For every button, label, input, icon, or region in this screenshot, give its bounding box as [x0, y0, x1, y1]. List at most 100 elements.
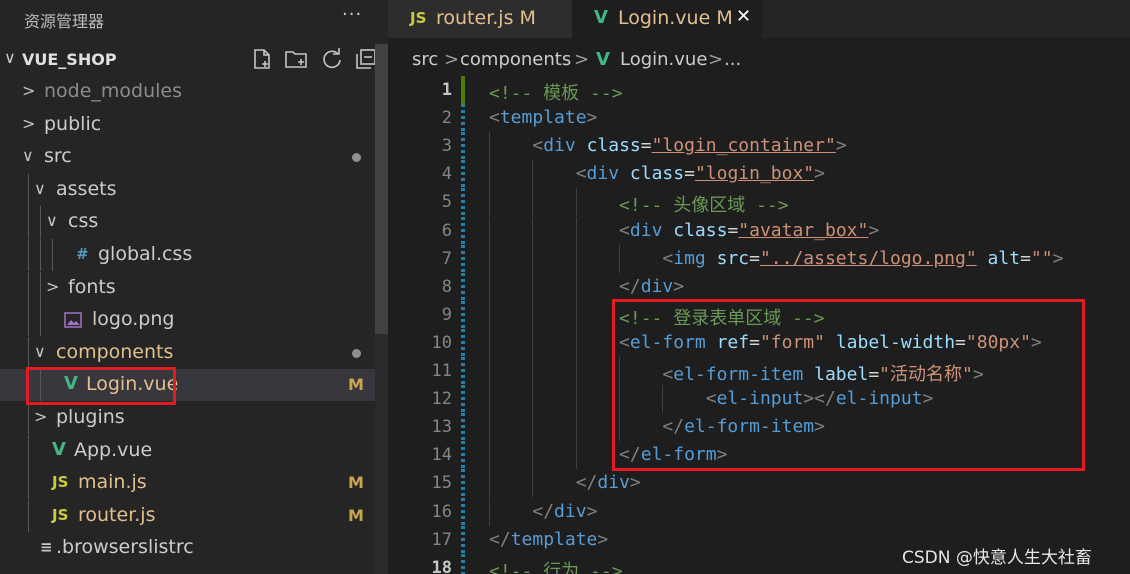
code-line[interactable]: 16 </div>	[388, 497, 1130, 526]
chevron-down-icon: ∨	[22, 146, 34, 166]
tree-item[interactable]: # global.css	[0, 239, 375, 271]
breadcrumb-login-vue[interactable]: Login.vue	[620, 49, 707, 70]
tab-login-vue[interactable]: V Login.vue M ✕	[572, 0, 762, 38]
line-number: 17	[431, 529, 452, 550]
git-change-marker	[461, 272, 465, 301]
line-number: 8	[441, 276, 452, 297]
code-line[interactable]: 7 <img src="../assets/logo.png" alt="">	[388, 244, 1130, 273]
breadcrumb-src[interactable]: src	[412, 49, 438, 70]
form-code-highlight-box	[612, 299, 1085, 471]
indent-guide	[28, 206, 29, 239]
indent-guide	[28, 499, 29, 532]
git-change-marker	[461, 104, 465, 133]
tree-item[interactable]: JS main.js M	[0, 467, 375, 500]
code-line[interactable]: 5 <!-- 头像区域 -->	[388, 188, 1130, 217]
tree-item-label: plugins	[56, 406, 125, 428]
project-name: VUE_SHOP	[22, 50, 117, 69]
chevron-down-icon: ∨	[4, 48, 16, 67]
sidebar-scrollbar-thumb[interactable]	[375, 44, 388, 334]
git-change-marker	[461, 300, 465, 329]
breadcrumb-components[interactable]: components	[460, 49, 571, 70]
code-text: <div class="avatar_box">	[619, 219, 880, 241]
indent-guide	[28, 173, 29, 206]
tree-item[interactable]: ∨ src	[0, 141, 375, 173]
tree-item[interactable]: ≡ .browserslistrc	[0, 532, 375, 564]
tab-label: Login.vue M	[618, 7, 733, 29]
indent-guide	[28, 402, 29, 434]
git-change-marker	[461, 497, 465, 526]
tree-item-label: fonts	[68, 275, 116, 298]
chevron-right-icon: >	[574, 49, 590, 70]
modified-badge: M	[348, 505, 364, 525]
tree-item[interactable]: > fonts	[0, 271, 375, 304]
project-section-header[interactable]: ∨ VUE_SHOP	[0, 44, 388, 74]
tree-item-label: components	[56, 340, 174, 363]
chevron-down-icon: ∨	[46, 211, 58, 231]
code-line[interactable]: 6 <div class="avatar_box">	[388, 216, 1130, 245]
refresh-icon[interactable]	[320, 47, 344, 71]
indent-guide	[28, 271, 29, 304]
code-line[interactable]: 3 <div class="login_container">	[388, 132, 1130, 161]
tree-item[interactable]: ∨ components	[0, 336, 375, 369]
git-change-marker	[461, 357, 465, 385]
tree-item[interactable]: ∨ assets	[0, 173, 375, 206]
line-number: 9	[441, 304, 452, 325]
indent-guide	[40, 304, 41, 337]
login-vue-highlight-box	[26, 367, 176, 405]
git-change-marker	[461, 413, 465, 442]
git-change-marker	[461, 553, 465, 574]
line-number: 18	[431, 557, 452, 574]
tree-item[interactable]: ∨ css	[0, 206, 375, 239]
code-text: <!-- 行为 -->	[489, 560, 623, 574]
code-line[interactable]: 15 </div>	[388, 469, 1130, 498]
indent-guide	[40, 239, 41, 271]
close-icon[interactable]: ✕	[736, 6, 751, 27]
tree-item-label: assets	[56, 177, 117, 200]
tree-item-label: logo.png	[92, 308, 175, 331]
new-file-icon[interactable]	[250, 47, 274, 71]
code-text: <img src="../assets/logo.png" alt="">	[662, 247, 1064, 269]
tree-item-label: global.css	[98, 243, 193, 265]
git-change-marker	[461, 328, 465, 357]
code-text: </div>	[532, 500, 598, 522]
tree-item-label: main.js	[78, 471, 147, 494]
git-change-marker	[461, 188, 465, 217]
tree-item-label: App.vue	[74, 438, 153, 461]
tree-item[interactable]: > public	[0, 109, 375, 141]
git-change-marker	[461, 160, 465, 189]
more-actions-icon[interactable]: ···	[342, 4, 362, 25]
git-change-marker	[461, 525, 465, 554]
code-line[interactable]: 1 <!-- 模板 -->	[388, 76, 1130, 104]
js-file-icon: JS	[52, 473, 69, 492]
breadcrumb-symbols[interactable]: ...	[724, 49, 741, 70]
tree-item[interactable]: V App.vue	[0, 434, 375, 467]
git-change-marker	[461, 132, 465, 161]
indent-guide	[40, 271, 41, 304]
line-number: 5	[441, 192, 452, 213]
tree-item[interactable]: > plugins	[0, 402, 375, 434]
line-number: 3	[441, 136, 452, 157]
tab-router-js[interactable]: JS router.js M	[388, 0, 572, 38]
image-file-icon	[64, 312, 82, 332]
modified-dot	[352, 348, 361, 358]
tree-item[interactable]: JS router.js M	[0, 499, 375, 532]
code-text: <template>	[489, 107, 598, 129]
git-change-marker	[461, 385, 465, 414]
watermark: CSDN @快意人生大社畜	[902, 548, 1092, 568]
code-line[interactable]: 8 </div>	[388, 272, 1130, 301]
indent-guide	[28, 467, 29, 500]
indent-guide	[40, 206, 41, 239]
tab-label: router.js M	[436, 7, 536, 29]
line-number: 2	[441, 108, 452, 129]
indent-guide	[28, 336, 29, 369]
code-line[interactable]: 2 <template>	[388, 104, 1130, 133]
code-text: </template>	[489, 528, 609, 550]
line-number: 14	[431, 445, 452, 466]
new-folder-icon[interactable]	[284, 47, 308, 71]
chevron-down-icon: ∨	[34, 178, 46, 198]
modified-badge: M	[348, 473, 364, 493]
tree-item[interactable]: > node_modules	[0, 76, 375, 108]
tree-item[interactable]: logo.png	[0, 304, 375, 337]
code-line[interactable]: 4 <div class="login_box">	[388, 160, 1130, 189]
line-number: 6	[441, 220, 452, 241]
